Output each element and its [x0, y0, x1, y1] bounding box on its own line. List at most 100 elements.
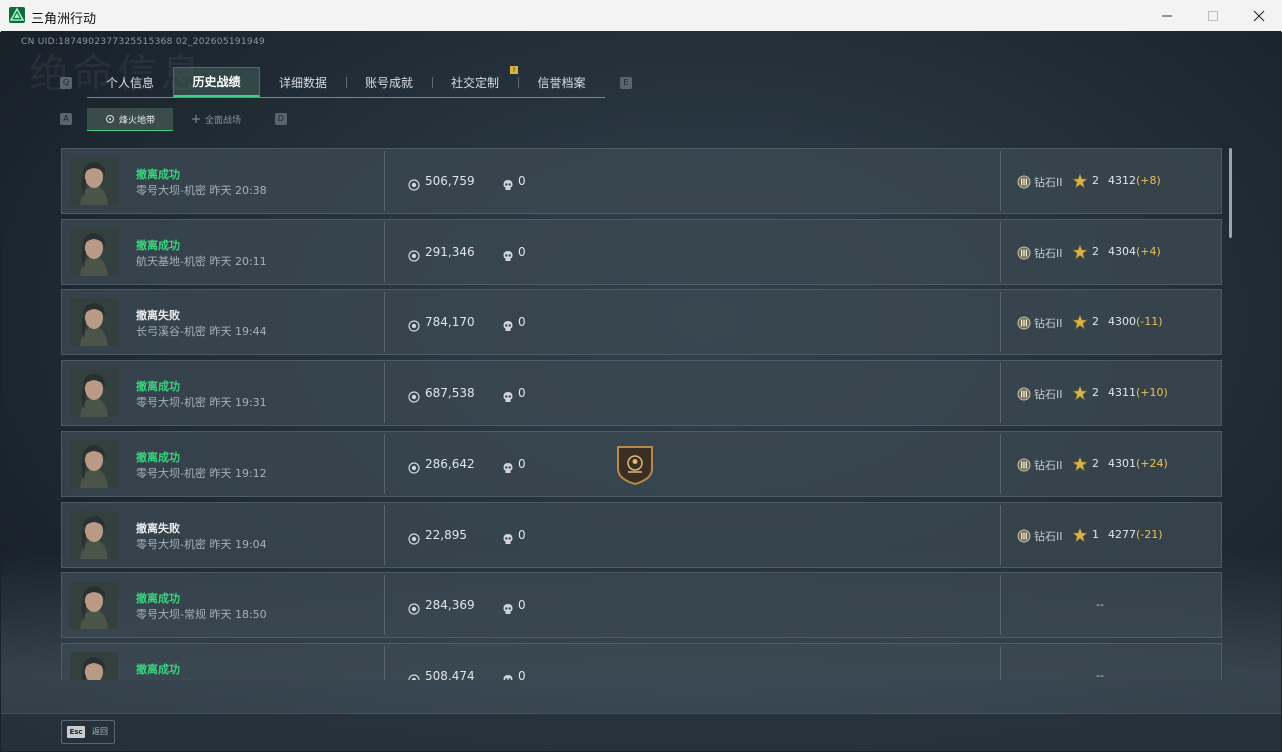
- subtab-prev-key-hint[interactable]: A: [60, 113, 72, 125]
- match-result: 撤离成功: [136, 662, 180, 676]
- rank-score: 4301(+24): [1108, 457, 1168, 470]
- star-icon: [1072, 173, 1088, 193]
- kill-count: 0: [518, 527, 526, 542]
- subtab-next-key-hint[interactable]: D: [275, 113, 287, 125]
- coin-icon: [408, 459, 420, 478]
- app-logo-icon: [9, 7, 25, 23]
- subtab-hazard-zone[interactable]: 烽火地带: [87, 108, 173, 131]
- score-delta: (+10): [1136, 386, 1168, 400]
- operator-avatar: [70, 298, 118, 347]
- minimize-button[interactable]: [1144, 0, 1190, 31]
- close-button[interactable]: [1236, 0, 1282, 31]
- subtab-warfare[interactable]: 全面战场: [173, 108, 259, 130]
- match-row[interactable]: 撤离成功 零号大坝-常规 昨天 18:50 284,369 0 --: [61, 572, 1222, 639]
- coin-icon: [408, 247, 420, 266]
- coin-icon: [408, 388, 420, 407]
- coin-icon: [408, 600, 420, 619]
- match-row[interactable]: 撤离成功 航天基地-机密 昨天 20:11 291,346 0 钻石II 2 4304(+4…: [61, 218, 1222, 285]
- subtab-label: 全面战场: [204, 115, 241, 126]
- match-map-time: 零号大坝-常规 昨天 18:32: [136, 677, 267, 680]
- kill-count: 0: [518, 315, 526, 330]
- match-row[interactable]: 撤离失败 零号大坝-机密 昨天 19:04 22,895 0 钻石II 1 4277(-21…: [61, 501, 1222, 568]
- rank-placeholder: --: [1096, 598, 1104, 612]
- score-delta: (+8): [1136, 174, 1161, 187]
- skull-icon: [502, 176, 514, 195]
- column-divider: [384, 645, 385, 680]
- rank-name: 钻石II: [1034, 176, 1063, 189]
- column-divider: [1000, 363, 1001, 424]
- esc-key-hint: Esc: [67, 726, 85, 738]
- tab-reputation[interactable]: 信誉档案: [518, 67, 605, 97]
- maximize-icon: [1208, 10, 1218, 21]
- kill-count: 0: [518, 668, 526, 680]
- hazard-zone-icon: [105, 115, 114, 123]
- match-row[interactable]: 撤离成功 零号大坝-机密 昨天 19:12 286,642 0 钻石II 2 4301(+2…: [61, 430, 1222, 497]
- maximize-button[interactable]: [1190, 0, 1236, 31]
- operator-avatar: [70, 581, 118, 630]
- rank-name: 钻石II: [1034, 529, 1063, 543]
- rank-level: 2: [1092, 244, 1099, 258]
- match-map-time: 长弓溪谷-机密 昨天 19:44: [136, 325, 267, 339]
- column-divider: [1000, 433, 1001, 494]
- column-divider: [1000, 221, 1001, 282]
- skull-icon: [502, 600, 514, 619]
- main-content: 绝命信息 CN UID:1874902377325515368 02_20260…: [1, 31, 1281, 751]
- operator-avatar: [70, 439, 118, 488]
- match-map-time: 航天基地-机密 昨天 20:11: [136, 254, 267, 268]
- match-result: 撤离成功: [136, 592, 180, 606]
- column-divider: [384, 292, 385, 353]
- rank-icon: [1017, 315, 1031, 334]
- tab-social-custom[interactable]: 社交定制: [432, 67, 518, 97]
- coin-icon: [408, 530, 420, 549]
- match-result: 撤离失败: [136, 309, 180, 323]
- tab-personal-info[interactable]: 个人信息: [87, 67, 173, 97]
- rank-score: 4312(+8): [1108, 174, 1161, 187]
- back-label: 返回: [92, 727, 108, 736]
- kill-count: 0: [518, 456, 526, 471]
- rank-name: 钻石II: [1034, 317, 1063, 331]
- column-divider: [384, 151, 385, 211]
- star-icon: [1072, 385, 1088, 405]
- tab-detailed-data[interactable]: 详细数据: [260, 67, 346, 97]
- tab-match-history[interactable]: 历史战绩: [173, 67, 260, 97]
- rank-score: 4311(+10): [1108, 386, 1168, 399]
- column-divider: [1000, 292, 1001, 353]
- rank-level: 2: [1092, 456, 1099, 470]
- rank-name: 钻石II: [1034, 388, 1063, 402]
- column-divider: [384, 221, 385, 282]
- operator-avatar: [70, 369, 118, 418]
- rank-icon: [1017, 174, 1031, 193]
- list-scrollbar[interactable]: [1229, 148, 1232, 238]
- score-value: 4304: [1108, 244, 1136, 258]
- column-divider: [384, 433, 385, 494]
- rank-score: 4300(-11): [1108, 315, 1163, 328]
- main-tab-bar: 个人信息 历史战绩 详细数据 账号成就 社交定制 ! 信誉档案: [87, 66, 605, 98]
- column-divider: [1000, 645, 1001, 680]
- star-icon: [1072, 314, 1088, 334]
- rank-name: 钻石II: [1034, 246, 1063, 260]
- match-result: 撤离成功: [136, 168, 180, 181]
- match-row[interactable]: 撤离失败 长弓溪谷-机密 昨天 19:44 784,170 0 钻石II 2 4300(-1…: [61, 289, 1222, 356]
- rank-level: 2: [1092, 174, 1099, 187]
- skull-icon: [502, 247, 514, 266]
- match-row[interactable]: 撤离成功零号大坝-常规 昨天 18:32 508,474 0 --: [61, 642, 1222, 680]
- match-map-time: 零号大坝-机密 昨天 20:38: [136, 184, 267, 197]
- tab-next-key-hint[interactable]: E: [620, 77, 632, 89]
- operator-avatar: [70, 510, 118, 559]
- match-row[interactable]: 撤离成功 零号大坝-机密 昨天 20:38 506,759 0 钻石II 2 4312(+8…: [61, 148, 1222, 214]
- match-row[interactable]: 撤离成功 零号大坝-机密 昨天 19:31 687,538 0 钻石II 2 4311(+1…: [61, 360, 1222, 427]
- match-result: 撤离成功: [136, 450, 180, 464]
- column-divider: [384, 575, 385, 636]
- extracted-value: 506,759: [425, 174, 475, 188]
- score-delta: (-21): [1136, 527, 1163, 541]
- rank-placeholder: --: [1096, 668, 1104, 680]
- score-value: 4300: [1108, 315, 1136, 329]
- operator-avatar: [70, 227, 118, 276]
- tab-achievements[interactable]: 账号成就: [346, 67, 432, 97]
- tab-prev-key-hint[interactable]: Q: [60, 77, 72, 89]
- extracted-value: 508,474: [425, 668, 475, 680]
- back-button[interactable]: Esc 返回: [61, 720, 115, 744]
- operator-avatar: [70, 651, 118, 680]
- kill-count: 0: [518, 386, 526, 401]
- column-divider: [384, 504, 385, 565]
